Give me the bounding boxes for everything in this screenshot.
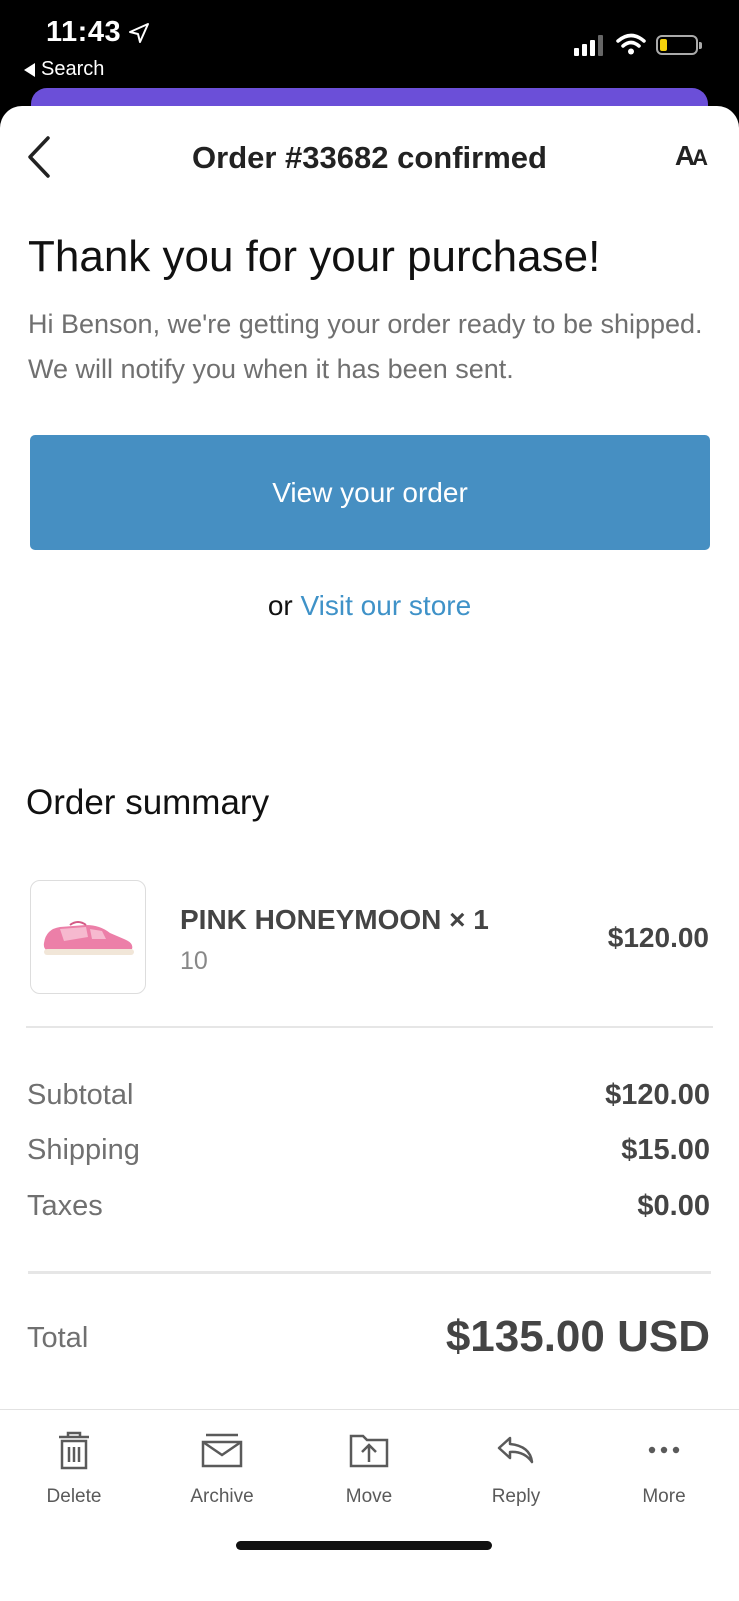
location-arrow-icon bbox=[129, 22, 150, 43]
move-label: Move bbox=[345, 1486, 393, 1507]
total-value: $135.00 USD bbox=[445, 1312, 710, 1361]
email-sheet: Order #33682 confirmed AA Thank you for … bbox=[0, 106, 739, 1600]
more-label: More bbox=[642, 1486, 686, 1507]
subtotal-label: Subtotal bbox=[27, 1079, 134, 1111]
product-price: $120.00 bbox=[607, 922, 709, 953]
back-app-label: Search bbox=[41, 58, 105, 80]
status-bar: 11:43 Search bbox=[0, 0, 739, 100]
text-size-button[interactable]: AA bbox=[674, 140, 708, 172]
back-triangle-icon bbox=[24, 62, 35, 77]
delete-label: Delete bbox=[46, 1486, 102, 1507]
wifi-icon bbox=[616, 33, 646, 55]
taxes-value: $0.00 bbox=[637, 1190, 710, 1222]
product-image bbox=[30, 880, 146, 994]
signal-icon bbox=[574, 34, 603, 56]
store-link-line: or Visit our store bbox=[0, 590, 739, 622]
subtotal-value: $120.00 bbox=[605, 1079, 710, 1111]
clock: 11:43 bbox=[46, 16, 151, 49]
shipping-label: Shipping bbox=[27, 1134, 140, 1166]
reply-button[interactable]: Reply bbox=[461, 1428, 571, 1508]
or-text: or bbox=[267, 590, 293, 621]
home-indicator[interactable] bbox=[236, 1541, 492, 1550]
order-summary-title: Order summary bbox=[26, 783, 270, 822]
intro-text: Hi Benson, we're getting your order read… bbox=[28, 309, 703, 384]
text-size-icon: AA bbox=[674, 140, 708, 171]
product-variant: 10 bbox=[180, 947, 208, 975]
shipping-value: $15.00 bbox=[621, 1134, 710, 1166]
divider bbox=[28, 1271, 711, 1274]
total-label: Total bbox=[27, 1322, 89, 1354]
visit-store-link[interactable]: Visit our store bbox=[301, 590, 472, 621]
back-to-search-button[interactable]: Search bbox=[24, 58, 104, 81]
battery-icon bbox=[656, 35, 702, 55]
delete-button[interactable]: Delete bbox=[19, 1428, 129, 1508]
more-button[interactable]: More bbox=[609, 1428, 719, 1508]
time-text: 11:43 bbox=[46, 16, 122, 48]
move-button[interactable]: Move bbox=[314, 1428, 424, 1508]
product-name: PINK HONEYMOON × 1 bbox=[180, 904, 489, 935]
nav-bar: Order #33682 confirmed AA bbox=[0, 106, 739, 210]
archive-button[interactable]: Archive bbox=[167, 1428, 277, 1508]
divider bbox=[26, 1026, 713, 1028]
move-icon bbox=[349, 1434, 389, 1468]
trash-icon bbox=[59, 1431, 89, 1470]
taxes-label: Taxes bbox=[27, 1190, 103, 1222]
page-title: Order #33682 confirmed bbox=[192, 140, 547, 175]
view-order-button[interactable]: View your order bbox=[30, 435, 710, 550]
bottom-toolbar: Delete Archive Move Reply More bbox=[0, 1409, 739, 1601]
thank-you-headline: Thank you for your purchase! bbox=[28, 232, 601, 281]
archive-icon bbox=[201, 1433, 243, 1468]
pink-sneaker-image bbox=[43, 921, 134, 955]
reply-icon bbox=[497, 1436, 534, 1464]
archive-label: Archive bbox=[190, 1486, 254, 1507]
more-icon bbox=[648, 1446, 680, 1454]
reply-label: Reply bbox=[491, 1486, 541, 1507]
